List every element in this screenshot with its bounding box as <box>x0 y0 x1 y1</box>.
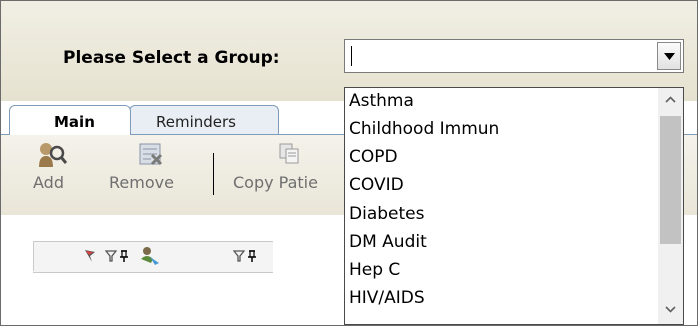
tab-reminders-label: Reminders <box>156 113 236 131</box>
combo-dropdown-button[interactable] <box>657 42 681 70</box>
scroll-down-icon[interactable] <box>665 306 676 313</box>
tab-main[interactable]: Main <box>9 105 131 135</box>
funnel-filter-icon[interactable] <box>233 249 245 263</box>
add-person-icon[interactable] <box>37 141 67 169</box>
tab-reminders[interactable]: Reminders <box>129 105 279 135</box>
remove-button-label[interactable]: Remove <box>109 173 174 192</box>
remove-list-icon[interactable] <box>139 143 165 167</box>
group-option[interactable]: Childhood Immun <box>349 117 499 141</box>
group-option[interactable]: Diabetes <box>349 202 424 226</box>
group-select-label: Please Select a Group: <box>63 48 280 68</box>
copy-patient-button-label[interactable]: Copy Patie <box>233 173 318 192</box>
tab-main-label: Main <box>54 113 95 131</box>
grid-divider <box>33 241 34 271</box>
scrollbar-thumb[interactable] <box>660 116 681 244</box>
scroll-up-icon[interactable] <box>665 96 676 103</box>
group-option[interactable]: COVID <box>349 173 404 197</box>
group-option[interactable]: Asthma <box>349 89 414 113</box>
funnel-filter-icon[interactable] <box>105 249 117 263</box>
text-caret <box>351 46 352 66</box>
flag-filter-icon[interactable] <box>83 249 97 263</box>
window: Please Select a Group: Reminders Main Ad… <box>0 0 698 326</box>
dropdown-scrollbar[interactable] <box>658 88 683 324</box>
chevron-down-icon <box>664 53 675 60</box>
group-option[interactable]: HIV/AIDS <box>349 286 425 310</box>
pin-icon[interactable] <box>119 249 129 263</box>
group-option[interactable]: Hep C <box>349 258 400 282</box>
toolbar-separator <box>213 153 214 195</box>
person-filter-icon[interactable] <box>139 245 161 267</box>
add-button-label[interactable]: Add <box>33 173 64 192</box>
group-option[interactable]: COPD <box>349 145 398 169</box>
copy-icon[interactable] <box>279 143 301 165</box>
pin-icon[interactable] <box>247 249 257 263</box>
group-dropdown-list[interactable]: Asthma Childhood Immun COPD COVID Diabet… <box>344 87 684 325</box>
group-combo-box[interactable] <box>344 39 684 73</box>
group-option[interactable]: DM Audit <box>349 230 427 254</box>
